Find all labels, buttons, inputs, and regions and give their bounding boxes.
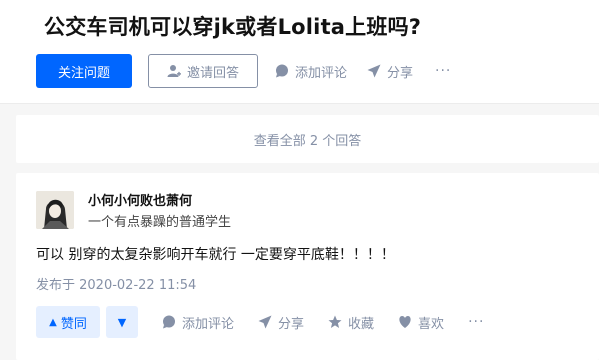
author-avatar[interactable]: [36, 191, 74, 229]
collect-action[interactable]: 收藏: [328, 313, 374, 332]
upvote-arrow-icon: ▲: [49, 316, 57, 328]
add-comment-label: 添加评论: [295, 65, 348, 81]
view-all-label: 查看全部 2 个回答: [253, 133, 362, 149]
question-actions: 关注问题 邀请回答 添加评论 分享 ···: [36, 54, 451, 88]
add-comment-action[interactable]: 添加评论: [275, 62, 347, 81]
answer-more-options-button[interactable]: ···: [468, 314, 484, 330]
question-title[interactable]: 公交车司机可以穿jk或者Lolita上班吗?: [44, 12, 421, 42]
share-label: 分享: [387, 65, 414, 81]
follow-question-button[interactable]: 关注问题: [36, 54, 132, 88]
like-label: 喜欢: [418, 316, 445, 332]
answer-actions: ▲ 赞同 ▼ 添加评论 分享 收藏 喜欢 ···: [36, 306, 484, 338]
view-all-answers-button[interactable]: 查看全部 2 个回答: [16, 115, 599, 163]
share-action[interactable]: 分享: [367, 62, 413, 81]
avatar-illustration: [36, 191, 74, 229]
invite-user-icon: [167, 65, 181, 77]
answer-share-action[interactable]: 分享: [258, 313, 304, 332]
downvote-arrow-icon: ▼: [117, 315, 127, 329]
collect-label: 收藏: [348, 316, 375, 332]
like-action[interactable]: 喜欢: [398, 313, 444, 332]
star-icon: [328, 315, 342, 328]
answer-add-comment-label: 添加评论: [182, 316, 235, 332]
invite-answer-button[interactable]: 邀请回答: [148, 54, 258, 88]
heart-icon: [399, 316, 411, 328]
answer-content: 可以 别穿的太复杂影响开车就行 一定要穿平底鞋！！！！: [36, 247, 395, 263]
upvote-button[interactable]: ▲ 赞同: [36, 306, 100, 338]
comment-bubble-icon: [163, 315, 175, 329]
publish-time[interactable]: 发布于 2020-02-22 11:54: [36, 274, 196, 293]
answer-card: 小何小何败也萧何 一个有点暴躁的普通学生 可以 别穿的太复杂影响开车就行 一定要…: [16, 173, 599, 360]
author-bio: 一个有点暴躁的普通学生: [88, 215, 232, 230]
upvote-label: 赞同: [60, 316, 87, 332]
share-icon: [258, 315, 272, 329]
answer-share-label: 分享: [278, 316, 305, 332]
invite-answer-label: 邀请回答: [186, 65, 239, 81]
comment-bubble-icon: [276, 64, 288, 78]
more-options-button[interactable]: ···: [435, 63, 451, 79]
share-icon: [367, 64, 381, 78]
author-name[interactable]: 小何小何败也萧何: [88, 190, 192, 209]
answer-add-comment-action[interactable]: 添加评论: [162, 313, 234, 332]
downvote-button[interactable]: ▼: [106, 306, 138, 338]
question-header: 公交车司机可以穿jk或者Lolita上班吗? 关注问题 邀请回答 添加评论 分享: [0, 0, 599, 104]
